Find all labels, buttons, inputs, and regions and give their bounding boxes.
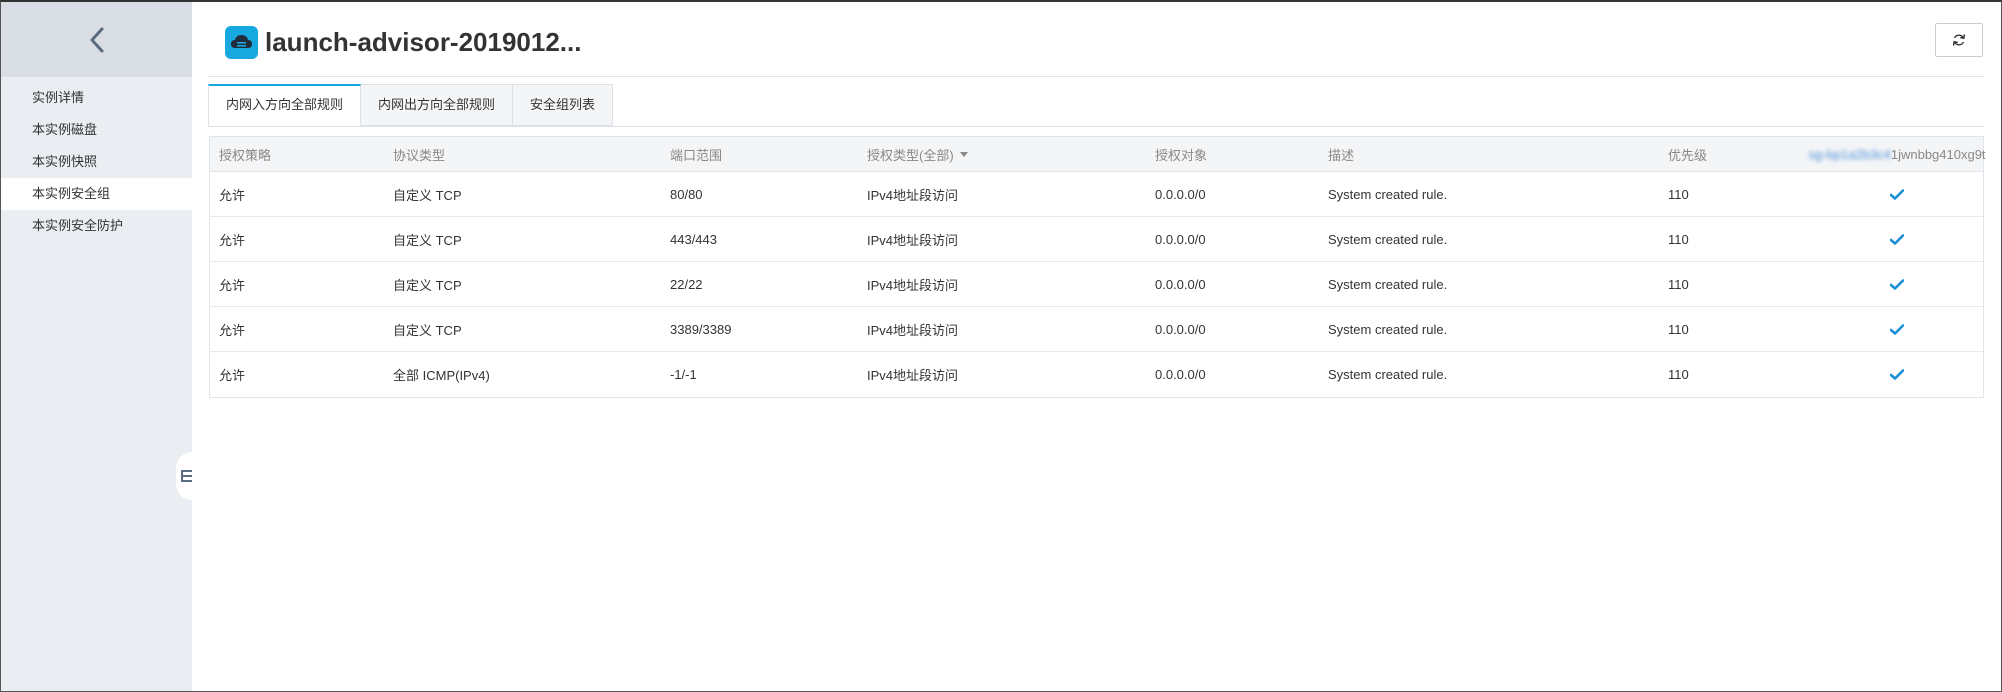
tab-security-group-list[interactable]: 安全组列表: [513, 84, 614, 126]
cell-auth-type: IPv4地址段访问: [867, 277, 959, 293]
cell-policy: 允许: [219, 232, 246, 248]
cell-description: System created rule.: [1328, 276, 1448, 292]
cell-protocol: 自定义 TCP: [393, 277, 462, 293]
cell-auth-target: 0.0.0.0/0: [1155, 231, 1206, 247]
checkmark-icon: [1810, 217, 1984, 261]
col-header-description: 描述: [1328, 147, 1355, 163]
cell-description: System created rule.: [1328, 321, 1448, 337]
checkmark-icon: [1810, 352, 1984, 397]
checkmark-icon: [1810, 307, 1984, 351]
sidebar-item-security-groups[interactable]: 本实例安全组: [1, 178, 192, 210]
cell-auth-type: IPv4地址段访问: [867, 187, 959, 203]
cell-auth-target: 0.0.0.0/0: [1155, 276, 1206, 292]
table-row: 允许 自定义 TCP 22/22 IPv4地址段访问 0.0.0.0/0 Sys…: [210, 262, 1983, 307]
cell-protocol: 自定义 TCP: [393, 322, 462, 338]
col-header-protocol: 协议类型: [393, 147, 446, 163]
cell-auth-target: 0.0.0.0/0: [1155, 186, 1206, 202]
checkmark-icon: [1810, 262, 1984, 306]
checkmark-icon: [1810, 172, 1984, 216]
sidebar-item-snapshots[interactable]: 本实例快照: [1, 146, 192, 178]
table-row: 允许 自定义 TCP 443/443 IPv4地址段访问 0.0.0.0/0 S…: [210, 217, 1983, 262]
rule-tabs: 内网入方向全部规则 内网出方向全部规则 安全组列表: [208, 84, 614, 126]
table-header: 授权策略 协议类型 端口范围 授权类型(全部) 授权对象 描述 优先级 sg-b…: [210, 137, 1986, 172]
cell-priority: 110: [1668, 321, 1689, 337]
col-header-policy: 授权策略: [219, 147, 272, 163]
cell-priority: 110: [1668, 276, 1689, 292]
sidebar-item-security-protection[interactable]: 本实例安全防护: [1, 210, 192, 242]
cell-description: System created rule.: [1328, 186, 1448, 202]
cell-policy: 允许: [219, 368, 246, 383]
cell-protocol: 自定义 TCP: [393, 187, 462, 203]
cell-description: System created rule.: [1328, 367, 1448, 382]
page-title: launch-advisor-2019012...: [265, 27, 582, 57]
cell-port-range: 80/80: [670, 186, 703, 202]
security-group-id-redacted: sg-bp1a2b3c4: [1808, 146, 1891, 162]
cell-description: System created rule.: [1328, 231, 1448, 247]
sidebar-header: [1, 2, 192, 77]
sidebar: 实例详情 本实例磁盘 本实例快照 本实例安全组 本实例安全防护: [1, 2, 192, 691]
sidebar-collapse-handle[interactable]: [176, 452, 192, 500]
col-header-priority: 优先级: [1668, 147, 1708, 163]
cell-port-range: 3389/3389: [670, 321, 732, 337]
table-row: 允许 自定义 TCP 80/80 IPv4地址段访问 0.0.0.0/0 Sys…: [210, 172, 1983, 217]
cell-priority: 110: [1668, 231, 1689, 247]
rules-table: 授权策略 协议类型 端口范围 授权类型(全部) 授权对象 描述 优先级 sg-b…: [209, 136, 1986, 398]
refresh-button[interactable]: [1935, 23, 1983, 57]
cell-priority: 110: [1668, 186, 1689, 202]
cell-port-range: -1/-1: [670, 367, 697, 382]
col-header-security-group-link[interactable]: sg-bp1a2b3c4 1jwnbbg410xg9t: [1808, 137, 1986, 171]
sidebar-item-disks[interactable]: 本实例磁盘: [1, 114, 192, 146]
tabs-divider: [208, 126, 1984, 127]
col-header-auth-type[interactable]: 授权类型(全部): [867, 137, 968, 171]
tab-outbound-rules[interactable]: 内网出方向全部规则: [361, 84, 514, 126]
sidebar-item-instance-details[interactable]: 实例详情: [1, 82, 192, 114]
cell-policy: 允许: [219, 322, 246, 338]
cell-auth-type: IPv4地址段访问: [867, 232, 959, 248]
cell-policy: 允许: [219, 187, 246, 203]
caret-down-icon[interactable]: [959, 151, 968, 157]
cloud-server-icon: [225, 26, 258, 59]
cell-auth-target: 0.0.0.0/0: [1155, 321, 1206, 337]
col-header-auth-target: 授权对象: [1155, 147, 1208, 163]
page-header: launch-advisor-2019012...: [208, 2, 1985, 77]
sidebar-menu: 实例详情 本实例磁盘 本实例快照 本实例安全组 本实例安全防护: [1, 82, 192, 242]
chevron-left-icon[interactable]: [88, 26, 106, 54]
cell-auth-type: IPv4地址段访问: [867, 322, 959, 338]
col-header-auth-type-label: 授权类型(全部): [867, 147, 954, 163]
cell-port-range: 22/22: [670, 276, 703, 292]
table-row: 允许 自定义 TCP 3389/3389 IPv4地址段访问 0.0.0.0/0…: [210, 307, 1983, 352]
cell-protocol: 全部 ICMP(IPv4): [393, 368, 490, 383]
tab-inbound-rules[interactable]: 内网入方向全部规则: [208, 84, 362, 126]
table-row: 允许 全部 ICMP(IPv4) -1/-1 IPv4地址段访问 0.0.0.0…: [210, 352, 1983, 397]
cell-priority: 110: [1668, 367, 1689, 382]
cell-protocol: 自定义 TCP: [393, 232, 462, 248]
col-header-port-range: 端口范围: [670, 147, 723, 163]
cell-auth-type: IPv4地址段访问: [867, 368, 959, 383]
security-group-id-suffix: 1jwnbbg410xg9t: [1890, 146, 1986, 162]
cell-auth-target: 0.0.0.0/0: [1155, 367, 1206, 382]
cell-policy: 允许: [219, 277, 246, 293]
cell-port-range: 443/443: [670, 231, 717, 247]
